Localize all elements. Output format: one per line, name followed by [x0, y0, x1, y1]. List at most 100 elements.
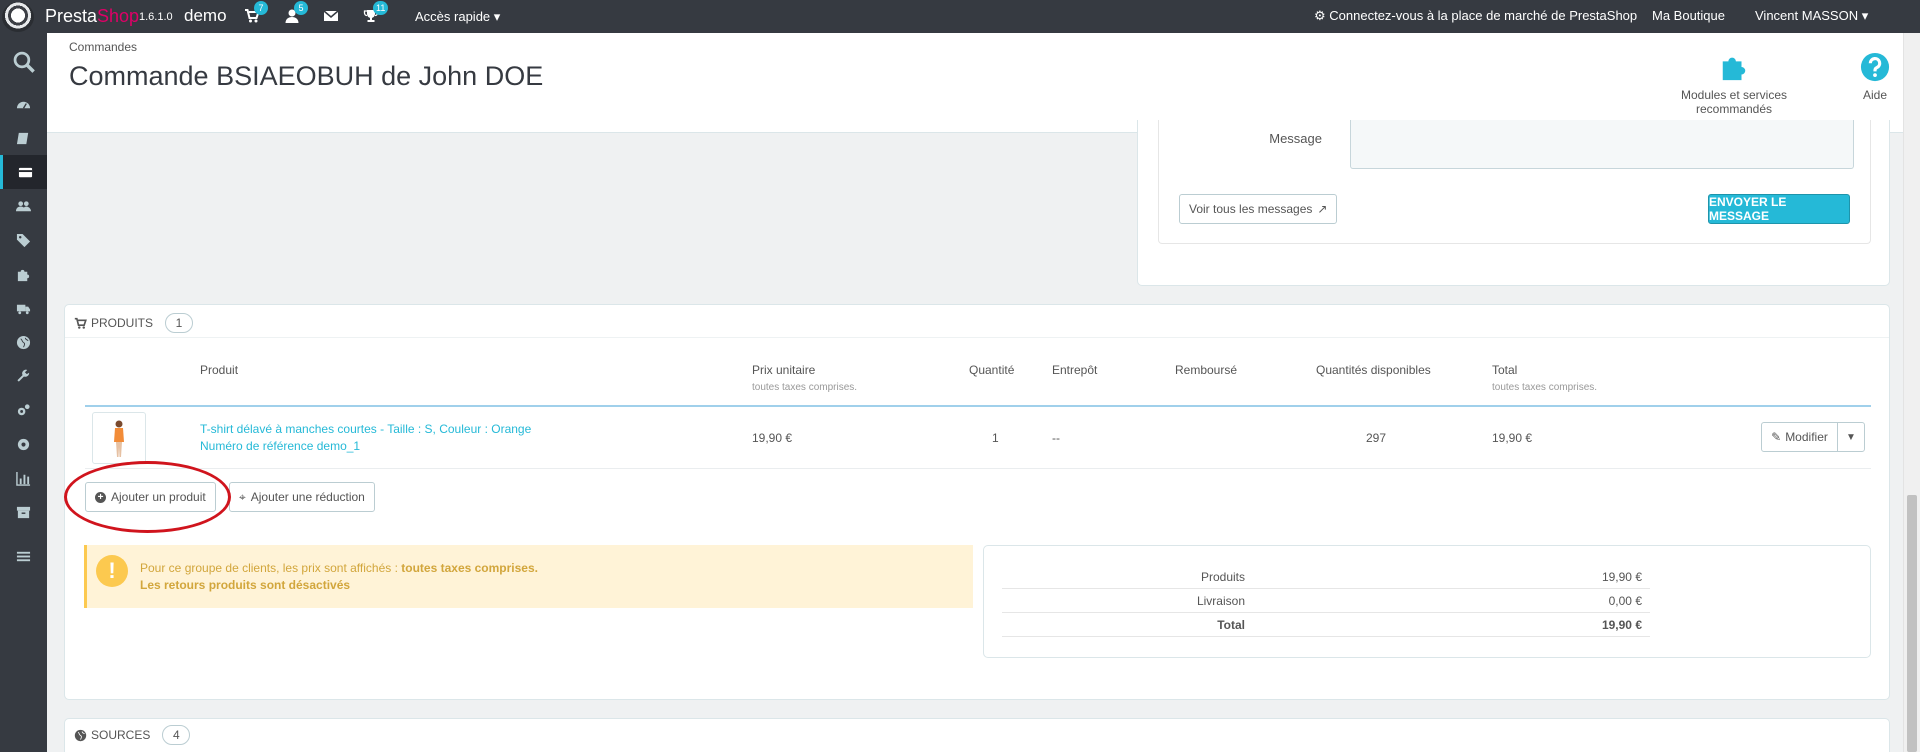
warning-icon: ! [96, 555, 128, 587]
cart-icon [74, 317, 87, 329]
caret-down-icon: ▾ [1861, 8, 1869, 23]
plug-icon: ⚙ [1314, 8, 1326, 23]
help-button[interactable]: Aide [1855, 52, 1895, 102]
edit-product-dropdown-toggle[interactable]: ▼ [1838, 423, 1864, 451]
top-bar: PrestaShop 1.6.1.0 demo 7 5 11 Accès rap… [0, 0, 1920, 33]
column-header-available: Quantités disponibles [1316, 363, 1431, 377]
prestashop-logo[interactable] [2, 2, 34, 32]
sidebar-item-price-rules[interactable] [0, 223, 47, 257]
sidebar-item-shipping[interactable] [0, 291, 47, 325]
achievements-notification[interactable]: 11 [363, 1, 389, 26]
sources-panel: SOURCES 4 [64, 718, 1890, 752]
truck-icon [16, 304, 31, 314]
globe-icon [74, 729, 87, 741]
customers-badge: 5 [294, 1, 308, 15]
sidebar-item-localization[interactable] [0, 325, 47, 359]
totals-row-shipping: Livraison 0,00 € [1002, 589, 1650, 613]
my-shop-link[interactable]: Ma Boutique [1652, 8, 1725, 23]
tshirt-model-image [114, 420, 124, 457]
messages-panel: Message Voir tous les messages ↗ ENVOYER… [1137, 120, 1890, 286]
search-icon [13, 51, 35, 73]
bar-chart-icon [16, 471, 31, 486]
version-label: 1.6.1.0 [139, 11, 173, 23]
pencil-icon: ✎ [1771, 430, 1782, 444]
table-row: T-shirt délavé à manches courtes - Taill… [85, 407, 1871, 469]
book-icon [16, 132, 29, 144]
archive-icon [16, 506, 31, 518]
external-link-icon: ↗ [1317, 202, 1328, 216]
breadcrumb[interactable]: Commandes [69, 40, 137, 54]
credit-card-icon [18, 167, 32, 177]
scrollbar-thumb[interactable] [1907, 495, 1917, 752]
page-scrollbar[interactable] [1903, 33, 1920, 752]
message-textarea[interactable] [1350, 120, 1854, 169]
edit-product-button[interactable]: ✎ Modifier [1762, 423, 1838, 451]
sidebar-item-orders[interactable] [0, 155, 47, 189]
menu-icon [16, 551, 31, 561]
panel-heading-divider [65, 337, 1889, 338]
column-header-refunded: Remboursé [1175, 363, 1238, 377]
sidebar-item-catalog[interactable] [0, 121, 47, 155]
edit-product-button-group: ✎ Modifier ▼ [1761, 422, 1865, 452]
puzzle-icon [1722, 57, 1746, 81]
view-all-messages-button[interactable]: Voir tous les messages ↗ [1179, 194, 1338, 224]
products-heading: PRODUITS 1 [74, 313, 194, 333]
column-header-total: Total toutes taxes comprises. [1492, 363, 1598, 393]
product-name-link[interactable]: T-shirt délavé à manches courtes - Taill… [200, 422, 531, 436]
sidebar-item-dashboard[interactable] [0, 87, 47, 121]
marketplace-link[interactable]: ⚙ Connectez-vous à la place de marché de… [1314, 8, 1637, 24]
achievements-badge: 11 [373, 1, 389, 15]
unit-price-value: 19,90 € [752, 431, 793, 445]
column-header-product: Produit [200, 363, 239, 377]
page-title: Commande BSIAEOBUH de John DOE [69, 61, 544, 91]
quantity-value: 1 [992, 431, 999, 445]
highlight-annotation [64, 461, 231, 533]
sidebar-item-modules[interactable] [0, 257, 47, 291]
page-header: Commandes Commande BSIAEOBUH de John DOE… [47, 33, 1903, 133]
caret-down-icon: ▼ [1846, 431, 1856, 443]
sources-heading: SOURCES 4 [74, 725, 191, 745]
grand-total-label: Total [1217, 618, 1245, 632]
dashboard-icon [16, 101, 31, 109]
shipping-total-value: 0,00 € [1608, 594, 1642, 608]
globe-icon [16, 335, 31, 349]
employee-menu[interactable]: Vincent MASSON ▾ [1755, 8, 1868, 24]
sidebar-item-advanced[interactable] [0, 393, 47, 427]
gear-icon [17, 438, 30, 450]
users-icon [16, 200, 31, 211]
messages-form: Message Voir tous les messages ↗ ENVOYER… [1158, 120, 1871, 244]
product-thumbnail[interactable] [92, 412, 146, 464]
totals-row-grand-total: Total 19,90 € [1002, 613, 1650, 637]
warning-text: Pour ce groupe de clients, les prix sont… [140, 561, 538, 592]
product-reference[interactable]: Numéro de référence demo_1 [200, 439, 360, 453]
quick-access-menu[interactable]: Accès rapide ▾ [415, 9, 500, 25]
sidebar-item-stats[interactable] [0, 461, 47, 495]
sources-count: 4 [162, 725, 191, 745]
add-discount-button[interactable]: ⌖ Ajouter une réduction [229, 482, 375, 512]
sidebar-search[interactable] [0, 45, 47, 79]
caret-down-icon: ▾ [493, 9, 501, 24]
sidebar [0, 33, 47, 752]
help-icon [1860, 52, 1890, 82]
wrench-icon [17, 369, 30, 382]
send-message-button[interactable]: ENVOYER LE MESSAGE [1708, 194, 1850, 224]
sidebar-item-stock[interactable] [0, 495, 47, 529]
messages-notification[interactable] [323, 8, 341, 26]
sidebar-item-customers[interactable] [0, 189, 47, 223]
shop-name[interactable]: demo [184, 6, 227, 26]
customers-notification[interactable]: 5 [284, 1, 308, 26]
totals-row-products: Produits 19,90 € [1002, 565, 1650, 589]
grand-total-value: 19,90 € [1601, 618, 1642, 632]
orders-notification[interactable]: 7 [244, 1, 268, 26]
tag-icon: ⌖ [239, 489, 246, 504]
sidebar-collapse[interactable] [0, 539, 47, 573]
column-header-unit-price: Prix unitaire toutes taxes comprises. [752, 363, 858, 393]
envelope-icon [323, 10, 339, 21]
brand-name[interactable]: PrestaShop [45, 6, 139, 27]
available-quantity-value: 297 [1366, 431, 1387, 445]
pricing-warning-alert: ! Pour ce groupe de clients, les prix so… [84, 545, 973, 608]
sidebar-item-preferences[interactable] [0, 359, 47, 393]
recommended-modules-button[interactable]: Modules et services recommandés [1650, 52, 1818, 116]
sidebar-item-administration[interactable] [0, 427, 47, 461]
shipping-total-label: Livraison [1196, 594, 1245, 608]
